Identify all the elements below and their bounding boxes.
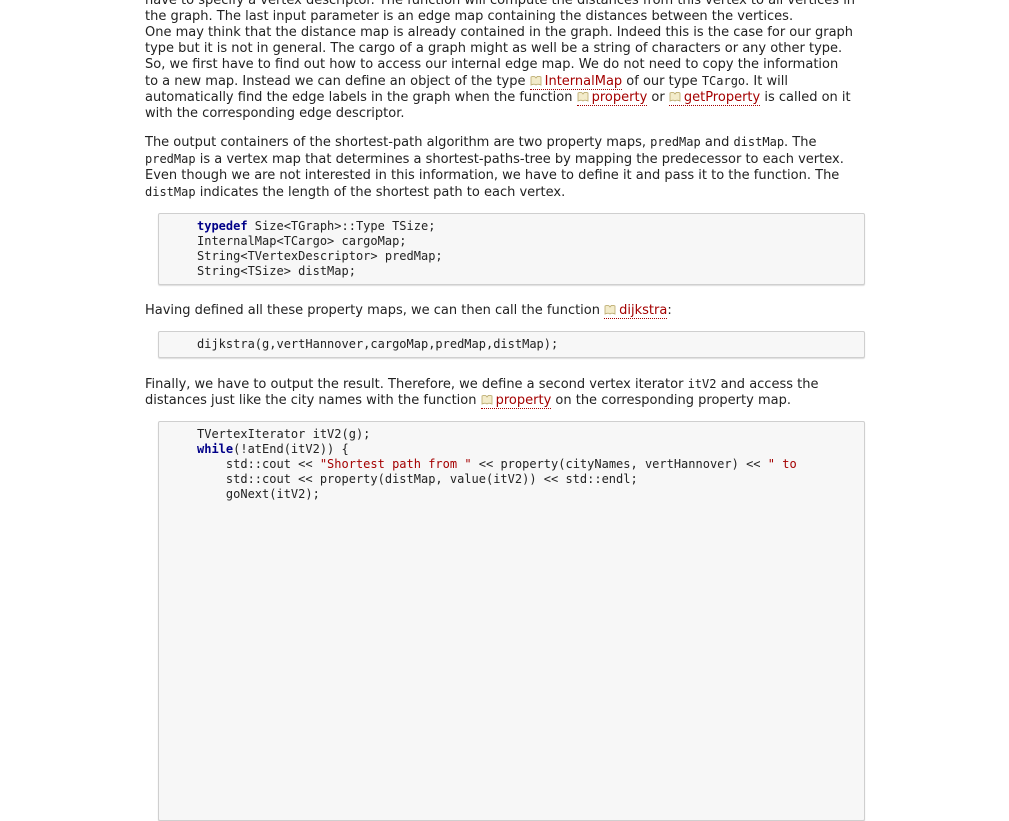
text-fragment: . It will	[745, 74, 788, 89]
property-link-label: property	[495, 393, 552, 408]
document-body: have to specify a vertex descriptor. The…	[145, 0, 880, 821]
code-line: std::cout <<	[197, 457, 320, 471]
text-fragment: or	[647, 90, 669, 105]
book-icon	[481, 395, 493, 405]
text-fragment: Having defined all these property maps, …	[145, 303, 605, 318]
text-line: So, we first have to find out how to acc…	[145, 57, 839, 72]
paragraph-output-containers: The output containers of the shortest-pa…	[145, 134, 880, 201]
code-line: Size<TGraph>::Type TSize;	[247, 219, 436, 233]
inline-code-distmap: distMap	[733, 135, 785, 149]
text-fragment: The output containers of the shortest-pa…	[145, 135, 651, 150]
text-fragment: is called on it	[760, 90, 851, 105]
code-line: TVertexIterator itV2(g);	[197, 427, 371, 441]
inline-code-tcargo: TCargo	[701, 74, 746, 88]
text-fragment: and access the	[716, 377, 819, 392]
text-fragment: on the corresponding property map.	[551, 393, 791, 408]
text-line: type but it is not in general. The cargo…	[145, 41, 843, 56]
text-fragment: and	[700, 135, 734, 150]
property-link-label: property	[591, 90, 648, 105]
getproperty-link-label: getProperty	[683, 90, 761, 105]
code-line: String<TVertexDescriptor> predMap;	[197, 249, 443, 263]
paragraph-edge-map: have to specify a vertex descriptor. The…	[145, 0, 880, 122]
text-fragment: :	[667, 303, 672, 318]
text-line: One may think that the distance map is a…	[145, 25, 854, 40]
internalmap-link[interactable]: InternalMap	[529, 74, 623, 90]
book-icon	[604, 305, 616, 315]
inline-code-itv2: itV2	[687, 377, 717, 391]
code-block-dijkstra-call: dijkstra(g,vertHannover,cargoMap,predMap…	[158, 331, 865, 358]
text-fragment: indicates the length of the shortest pat…	[195, 185, 566, 200]
paragraph-call-dijkstra: Having defined all these property maps, …	[145, 303, 880, 319]
dijkstra-link[interactable]: dijkstra	[604, 303, 668, 319]
book-icon	[577, 92, 589, 102]
book-icon	[530, 76, 542, 86]
text-line: with the corresponding edge descriptor.	[145, 106, 405, 121]
code-fragment: << property(cityNames, vertHannover) <<	[471, 457, 768, 471]
text-line: to a new map. Instead we can define an o…	[145, 74, 530, 89]
inline-code-predmap: predMap	[145, 152, 196, 166]
property-link[interactable]: property	[480, 393, 552, 409]
code-line: std::cout << property(distMap, value(itV…	[197, 472, 638, 486]
text-line: automatically find the edge labels in th…	[145, 90, 577, 105]
code-line: goNext(itV2);	[197, 487, 320, 501]
text-fragment: of our type	[622, 74, 702, 89]
code-line: (!atEnd(itV2)) {	[233, 442, 349, 456]
code-line: InternalMap<TCargo> cargoMap;	[197, 234, 407, 248]
code-line: dijkstra(g,vertHannover,cargoMap,predMap…	[197, 337, 559, 351]
property-link[interactable]: property	[576, 90, 648, 106]
text-fragment: . The	[784, 135, 817, 150]
string-literal: " to	[767, 457, 797, 471]
getproperty-link[interactable]: getProperty	[668, 90, 761, 106]
inline-code-predmap: predMap	[650, 135, 701, 149]
inline-code-distmap: distMap	[145, 185, 196, 199]
book-icon	[669, 92, 681, 102]
text-fragment: is a vertex map that determines a shorte…	[145, 152, 844, 183]
text-fragment: distances just like the city names with …	[145, 393, 481, 408]
keyword: typedef	[197, 219, 248, 233]
text-fragment: Finally, we have to output the result. T…	[145, 377, 688, 392]
dijkstra-link-label: dijkstra	[619, 303, 668, 318]
text-line: the graph. The last input parameter is a…	[145, 9, 794, 24]
code-line: String<TSize> distMap;	[197, 264, 356, 278]
internalmap-link-label: InternalMap	[544, 74, 623, 89]
paragraph-output-result: Finally, we have to output the result. T…	[145, 376, 880, 409]
code-block-typedefs: typedef Size<TGraph>::Type TSize; Intern…	[158, 213, 865, 285]
text-line: have to specify a vertex descriptor. The…	[145, 0, 856, 8]
keyword: while	[197, 442, 234, 456]
string-literal: "Shortest path from "	[319, 457, 472, 471]
code-block-output-loop: TVertexIterator itV2(g); while(!atEnd(it…	[158, 421, 865, 821]
